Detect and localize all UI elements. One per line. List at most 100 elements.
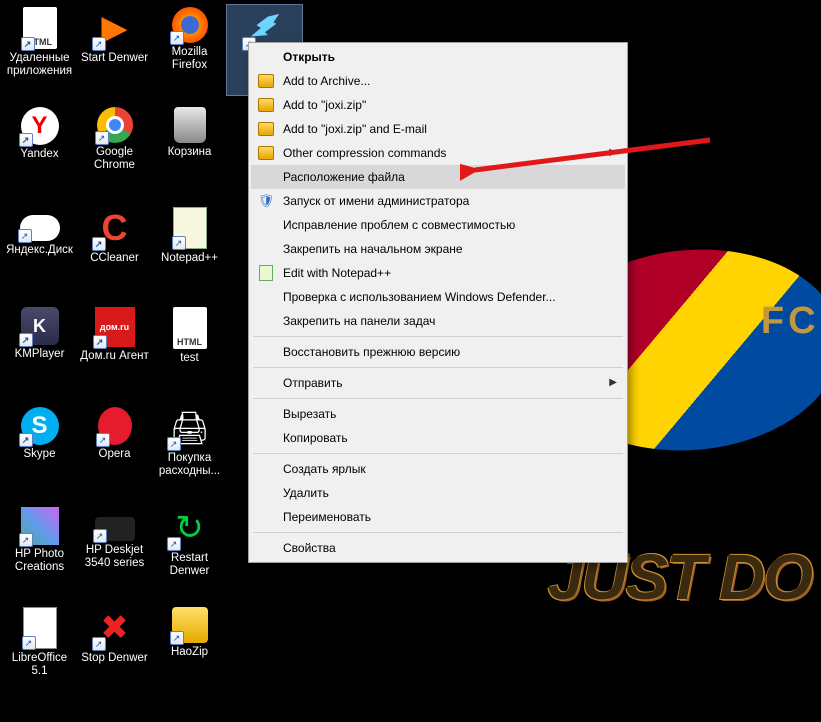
chrome-icon: ↗ xyxy=(97,107,133,143)
menu-item[interactable]: Переименовать xyxy=(251,505,625,529)
menu-item-label: Удалить xyxy=(283,486,329,500)
menu-item-label: Отправить xyxy=(283,376,343,390)
icon-label: Яндекс.Диск xyxy=(6,244,73,257)
shortcut-badge-icon: ↗ xyxy=(92,637,106,651)
shortcut-badge-icon: ↗ xyxy=(172,236,186,250)
menu-item-label: Edit with Notepad++ xyxy=(283,266,391,280)
icon-label: Notepad++ xyxy=(161,252,218,265)
yandex-icon: Y↗ xyxy=(21,107,59,145)
desktop-icon-restart-denwer[interactable]: ↻↗Restart Denwer xyxy=(152,505,227,595)
menu-item-label: Исправление проблем с совместимостью xyxy=(283,218,515,232)
menu-item-label: Открыть xyxy=(283,50,335,64)
shortcut-badge-icon: ↗ xyxy=(93,335,107,349)
menu-item[interactable]: Add to "joxi.zip" xyxy=(251,93,625,117)
menu-item[interactable]: Удалить xyxy=(251,481,625,505)
menu-item[interactable]: Edit with Notepad++ xyxy=(251,261,625,285)
desktop-icon-firefox[interactable]: ↗ Mozilla Firefox xyxy=(152,5,227,95)
menu-item[interactable]: Свойства xyxy=(251,536,625,560)
desktop-icon-kmplayer[interactable]: K↗ KMPlayer xyxy=(2,305,77,395)
trash-icon xyxy=(174,107,206,143)
desktop-icon-purchase[interactable]: 🖨↗Покупка расходны... xyxy=(152,405,227,495)
icon-label: Покупка расходны... xyxy=(153,452,227,478)
desktop-icon-yandex[interactable]: Y↗ Yandex xyxy=(2,105,77,195)
shortcut-badge-icon: ↗ xyxy=(93,529,107,543)
deleted-apps-icon: HTML↗ xyxy=(23,7,57,49)
icon-label: Дом.ru Агент xyxy=(80,350,148,363)
menu-item-label: Запуск от имени администратора xyxy=(283,194,469,208)
desktop-icon-ydisk[interactable]: ↗Яндекс.Диск xyxy=(2,205,77,295)
menu-item-label: Проверка с использованием Windows Defend… xyxy=(283,290,556,304)
desktop-icon-chrome[interactable]: ↗ Google Chrome xyxy=(77,105,152,195)
shortcut-badge-icon: ↗ xyxy=(96,433,110,447)
menu-item-label: Add to "joxi.zip" and E-mail xyxy=(283,122,427,136)
menu-item[interactable]: Открыть xyxy=(251,45,625,69)
desktop-icon-start-denwer[interactable]: ▶↗Start Denwer xyxy=(77,5,152,95)
icon-label: KMPlayer xyxy=(15,348,65,361)
kmplayer-icon: K↗ xyxy=(21,307,59,345)
desktop-icon-deleted-apps[interactable]: HTML↗ Удаленные приложения xyxy=(2,5,77,95)
icon-label: HP Deskjet 3540 series xyxy=(78,544,152,570)
menu-separator xyxy=(253,367,623,368)
menu-item[interactable]: Вырезать xyxy=(251,402,625,426)
icon-label: Yandex xyxy=(20,148,58,161)
shield-icon: 🛡 xyxy=(257,192,275,210)
icon-label: CCleaner xyxy=(90,252,139,265)
icon-label: Корзина xyxy=(168,146,212,159)
desktop-icon-skype[interactable]: S↗Skype xyxy=(2,405,77,495)
desktop-icon-ccleaner[interactable]: C↗ CCleaner xyxy=(77,205,152,295)
firefox-icon: ↗ xyxy=(172,7,208,43)
shortcut-badge-icon: ↗ xyxy=(167,437,181,451)
menu-item[interactable]: Закрепить на панели задач xyxy=(251,309,625,333)
shortcut-badge-icon: ↗ xyxy=(92,37,106,51)
menu-separator xyxy=(253,453,623,454)
menu-item-label: Закрепить на панели задач xyxy=(283,314,435,328)
notepadpp-icon: ↗ xyxy=(173,207,207,249)
desktop-icon-haozip[interactable]: ↗HaoZip xyxy=(152,605,227,695)
shortcut-badge-icon: ↗ xyxy=(19,333,33,347)
menu-item-label: Копировать xyxy=(283,431,348,445)
desktop-icon-stop-denwer[interactable]: ✖↗Stop Denwer xyxy=(77,605,152,695)
menu-separator xyxy=(253,398,623,399)
desktop-icon-domru[interactable]: дом.ru↗Дом.ru Агент xyxy=(77,305,152,395)
menu-item[interactable]: Закрепить на начальном экране xyxy=(251,237,625,261)
icon-label: Mozilla Firefox xyxy=(153,46,227,72)
desktop-icon-trash[interactable]: Корзина xyxy=(152,105,227,195)
menu-item-label: Расположение файла xyxy=(283,170,405,184)
icon-label: test xyxy=(180,352,199,365)
arch-icon xyxy=(257,144,275,162)
menu-item-label: Свойства xyxy=(283,541,336,555)
menu-item[interactable]: Копировать xyxy=(251,426,625,450)
shortcut-badge-icon: ↗ xyxy=(19,533,33,547)
menu-item[interactable]: Создать ярлык xyxy=(251,457,625,481)
menu-item[interactable]: Исправление проблем с совместимостью xyxy=(251,213,625,237)
context-menu: Открыть Add to Archive... Add to "joxi.zip… xyxy=(248,42,628,563)
desktop-icon-notepadpp[interactable]: ↗ Notepad++ xyxy=(152,205,227,295)
desktop-icon-libreoffice[interactable]: ↗LibreOffice 5.1 xyxy=(2,605,77,695)
restart-denwer-icon: ↻↗ xyxy=(169,507,211,549)
menu-item-label: Add to "joxi.zip" xyxy=(283,98,366,112)
shortcut-badge-icon: ↗ xyxy=(167,537,181,551)
desktop-icon-hpdeskjet[interactable]: ↗HP Deskjet 3540 series xyxy=(77,505,152,595)
desktop-icon-opera[interactable]: ↗Opera xyxy=(77,405,152,495)
menu-item[interactable]: Add to Archive... xyxy=(251,69,625,93)
icon-label: HP Photo Creations xyxy=(3,548,77,574)
hpphoto-icon: ↗ xyxy=(21,507,59,545)
menu-item-label: Закрепить на начальном экране xyxy=(283,242,463,256)
menu-item-label: Создать ярлык xyxy=(283,462,366,476)
desktop-icon-test[interactable]: HTMLtest xyxy=(152,305,227,395)
start-denwer-icon: ▶↗ xyxy=(94,7,136,49)
icon-label: Удаленные приложения xyxy=(3,52,77,78)
menu-item[interactable]: Проверка с использованием Windows Defend… xyxy=(251,285,625,309)
annotation-arrow xyxy=(460,130,720,190)
desktop-icon-hpphoto[interactable]: ↗HP Photo Creations xyxy=(2,505,77,595)
opera-icon: ↗ xyxy=(98,407,132,445)
menu-item[interactable]: Восстановить прежнюю версию xyxy=(251,340,625,364)
menu-item[interactable]: Отправить▶ xyxy=(251,371,625,395)
libreoffice-icon: ↗ xyxy=(23,607,57,649)
menu-item-label: Переименовать xyxy=(283,510,371,524)
ccleaner-icon: C↗ xyxy=(94,207,136,249)
icon-label: Google Chrome xyxy=(78,146,152,172)
arch-icon xyxy=(257,72,275,90)
menu-item[interactable]: 🛡 Запуск от имени администратора xyxy=(251,189,625,213)
shortcut-badge-icon: ↗ xyxy=(21,37,35,51)
